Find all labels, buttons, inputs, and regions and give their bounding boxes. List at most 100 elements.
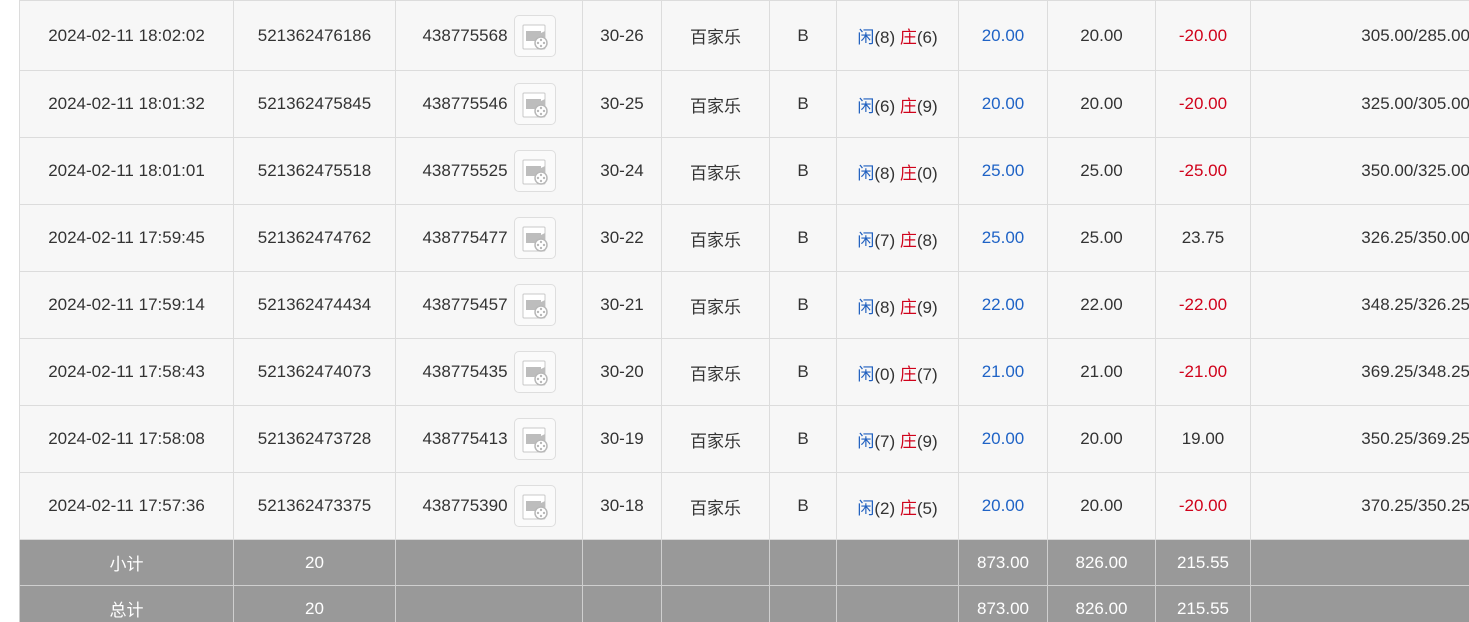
game-result: 闲(7) 庄(9) (836, 405, 959, 473)
table-row: 2024-02-11 17:59:14 521362474434 4387754… (19, 271, 1469, 339)
game-name: 百家乐 (661, 137, 770, 205)
film-replay-icon[interactable] (513, 217, 556, 259)
valid-amount: 25.00 (1047, 204, 1156, 272)
bet-side: B (769, 70, 837, 138)
bet-amount: 21.00 (958, 338, 1048, 406)
bet-amount: 25.00 (958, 204, 1048, 272)
valid-amount: 21.00 (1047, 338, 1156, 406)
film-replay-icon[interactable] (513, 418, 556, 460)
banker-label: 庄 (899, 431, 917, 451)
game-result: 闲(0) 庄(7) (836, 338, 959, 406)
table-number: 30-26 (582, 0, 662, 71)
round-id-cell: 438775435 (395, 338, 583, 406)
player-score: (6) (874, 96, 896, 116)
film-replay-icon[interactable] (513, 284, 556, 326)
banker-score: (9) (916, 297, 938, 317)
bet-amount: 25.00 (958, 137, 1048, 205)
balance-change: 350.00/325.00 (1250, 137, 1469, 205)
game-name: 百家乐 (661, 271, 770, 339)
game-name: 百家乐 (661, 405, 770, 473)
table-number: 30-25 (582, 70, 662, 138)
bet-time: 2024-02-11 17:57:36 (19, 472, 234, 540)
bet-side: B (769, 405, 837, 473)
bet-time: 2024-02-11 17:59:14 (19, 271, 234, 339)
film-replay-icon[interactable] (513, 14, 556, 57)
subtotal-valid: 826.00 (1047, 539, 1156, 586)
valid-amount: 25.00 (1047, 137, 1156, 205)
round-id-cell: 438775477 (395, 204, 583, 272)
bet-amount: 20.00 (958, 472, 1048, 540)
win-loss: -22.00 (1155, 271, 1251, 339)
round-id-cell: 438775457 (395, 271, 583, 339)
game-name: 百家乐 (661, 472, 770, 540)
table-row: 2024-02-11 17:57:36 521362473375 4387753… (19, 472, 1469, 540)
banker-label: 庄 (899, 297, 917, 317)
player-score: (0) (874, 364, 896, 384)
round-id: 438775435 (422, 362, 508, 381)
balance-change: 348.25/326.25 (1250, 271, 1469, 339)
valid-amount: 20.00 (1047, 0, 1156, 71)
banker-label: 庄 (899, 230, 917, 250)
records-body: 2024-02-11 18:02:02 521362476186 4387755… (19, 0, 1469, 540)
film-replay-icon[interactable] (513, 150, 556, 192)
table-row: 2024-02-11 18:01:32 521362475845 4387755… (19, 70, 1469, 138)
win-loss: -20.00 (1155, 70, 1251, 138)
balance-change: 369.25/348.25 (1250, 338, 1469, 406)
player-score: (8) (874, 163, 896, 183)
game-result: 闲(6) 庄(9) (836, 70, 959, 138)
banker-label: 庄 (899, 364, 917, 384)
bet-id: 521362473375 (233, 472, 396, 540)
player-score: (8) (874, 28, 896, 47)
round-id-cell: 438775525 (395, 137, 583, 205)
table-row: 2024-02-11 18:01:01 521362475518 4387755… (19, 137, 1469, 205)
bet-side: B (769, 338, 837, 406)
table-row: 2024-02-11 17:58:08 521362473728 4387754… (19, 405, 1469, 473)
round-id-cell: 438775390 (395, 472, 583, 540)
banker-score: (8) (916, 230, 938, 250)
bet-side: B (769, 204, 837, 272)
banker-score: (0) (916, 163, 938, 183)
round-id: 438775457 (422, 295, 508, 314)
balance-change: 326.25/350.00 (1250, 204, 1469, 272)
bet-amount: 20.00 (958, 0, 1048, 71)
player-label: 闲 (857, 431, 875, 451)
bet-id: 521362473728 (233, 405, 396, 473)
bet-amount: 22.00 (958, 271, 1048, 339)
game-name: 百家乐 (661, 70, 770, 138)
game-result: 闲(8) 庄(0) (836, 137, 959, 205)
balance-change: 350.25/369.25 (1250, 405, 1469, 473)
round-id: 438775568 (422, 25, 508, 45)
subtotal-bet: 873.00 (958, 539, 1048, 586)
game-name: 百家乐 (661, 0, 770, 71)
player-score: (8) (874, 297, 896, 317)
valid-amount: 20.00 (1047, 472, 1156, 540)
table-row: 2024-02-11 17:58:43 521362474073 4387754… (19, 338, 1469, 406)
player-label: 闲 (857, 230, 875, 250)
round-id: 438775477 (422, 228, 508, 247)
bet-id: 521362475845 (233, 70, 396, 138)
valid-amount: 20.00 (1047, 70, 1156, 138)
bet-id: 521362476186 (233, 0, 396, 71)
player-label: 闲 (857, 297, 875, 317)
subtotal-label: 小计 (19, 539, 234, 586)
table-number: 30-21 (582, 271, 662, 339)
bet-side: B (769, 137, 837, 205)
bet-time: 2024-02-11 18:02:02 (19, 0, 234, 71)
banker-label: 庄 (899, 163, 917, 183)
win-loss: 23.75 (1155, 204, 1251, 272)
film-replay-icon[interactable] (513, 485, 556, 527)
win-loss: 19.00 (1155, 405, 1251, 473)
subtotal-count: 20 (233, 539, 396, 586)
player-label: 闲 (857, 498, 875, 518)
film-replay-icon[interactable] (513, 351, 556, 393)
bet-records-table-container: 2024-02-11 18:02:02 521362476186 4387755… (19, 0, 1469, 622)
summary-body: 小计 20 873.00 826.00 215.55 总计 20 873.00 … (19, 539, 1469, 622)
table-number: 30-20 (582, 338, 662, 406)
game-result: 闲(8) 庄(9) (836, 271, 959, 339)
player-label: 闲 (857, 163, 875, 183)
balance-change: 370.25/350.25 (1250, 472, 1469, 540)
film-replay-icon[interactable] (513, 83, 556, 125)
round-id: 438775525 (422, 161, 508, 180)
bet-time: 2024-02-11 17:58:08 (19, 405, 234, 473)
balance-change: 325.00/305.00 (1250, 70, 1469, 138)
